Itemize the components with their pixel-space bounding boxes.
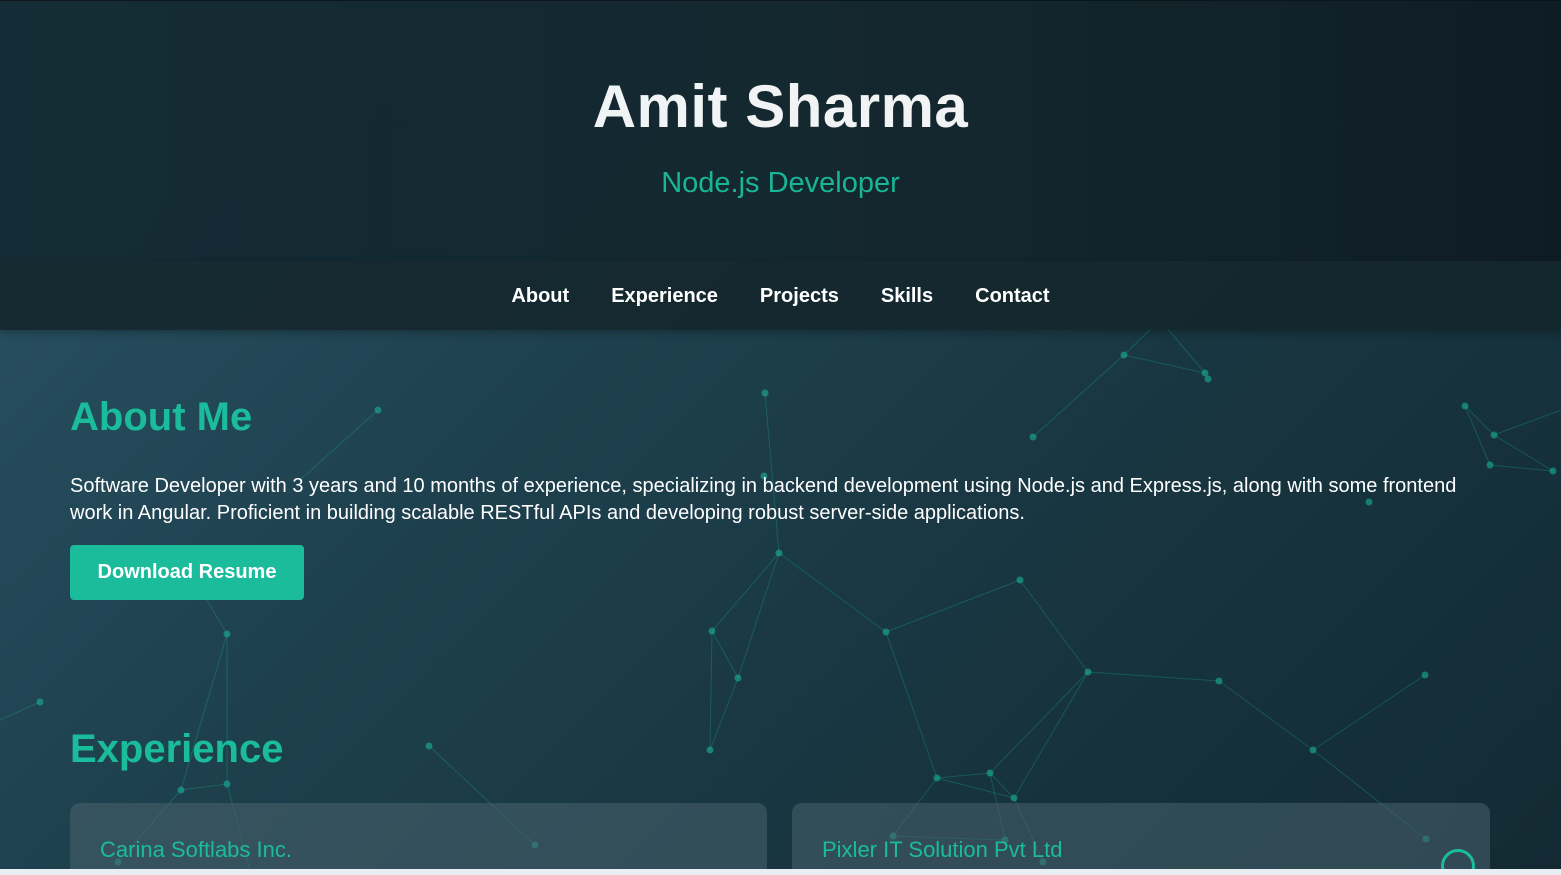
nav-link-projects[interactable]: Projects bbox=[760, 284, 839, 308]
experience-card: Pixler IT Solution Pvt Ltd bbox=[792, 803, 1490, 875]
page-title: Amit Sharma bbox=[592, 73, 969, 140]
company-name: Carina Softlabs Inc. bbox=[100, 837, 292, 862]
nav-link-contact[interactable]: Contact bbox=[975, 284, 1049, 308]
nav-link-about[interactable]: About bbox=[511, 284, 569, 308]
main-nav: About Experience Projects Skills Contact bbox=[0, 261, 1561, 330]
experience-card: Carina Softlabs Inc. bbox=[70, 803, 767, 875]
download-resume-button[interactable]: Download Resume bbox=[70, 545, 304, 600]
experience-heading: Experience bbox=[70, 727, 284, 771]
page-bottom-edge bbox=[0, 869, 1561, 875]
company-name: Pixler IT Solution Pvt Ltd bbox=[822, 837, 1063, 862]
nav-link-skills[interactable]: Skills bbox=[881, 284, 933, 308]
about-description: Software Developer with 3 years and 10 m… bbox=[70, 475, 1457, 524]
role-subtitle: Node.js Developer bbox=[661, 167, 900, 199]
about-heading: About Me bbox=[70, 395, 253, 439]
hero-header: Amit Sharma Node.js Developer bbox=[0, 0, 1561, 261]
nav-link-experience[interactable]: Experience bbox=[611, 284, 718, 308]
